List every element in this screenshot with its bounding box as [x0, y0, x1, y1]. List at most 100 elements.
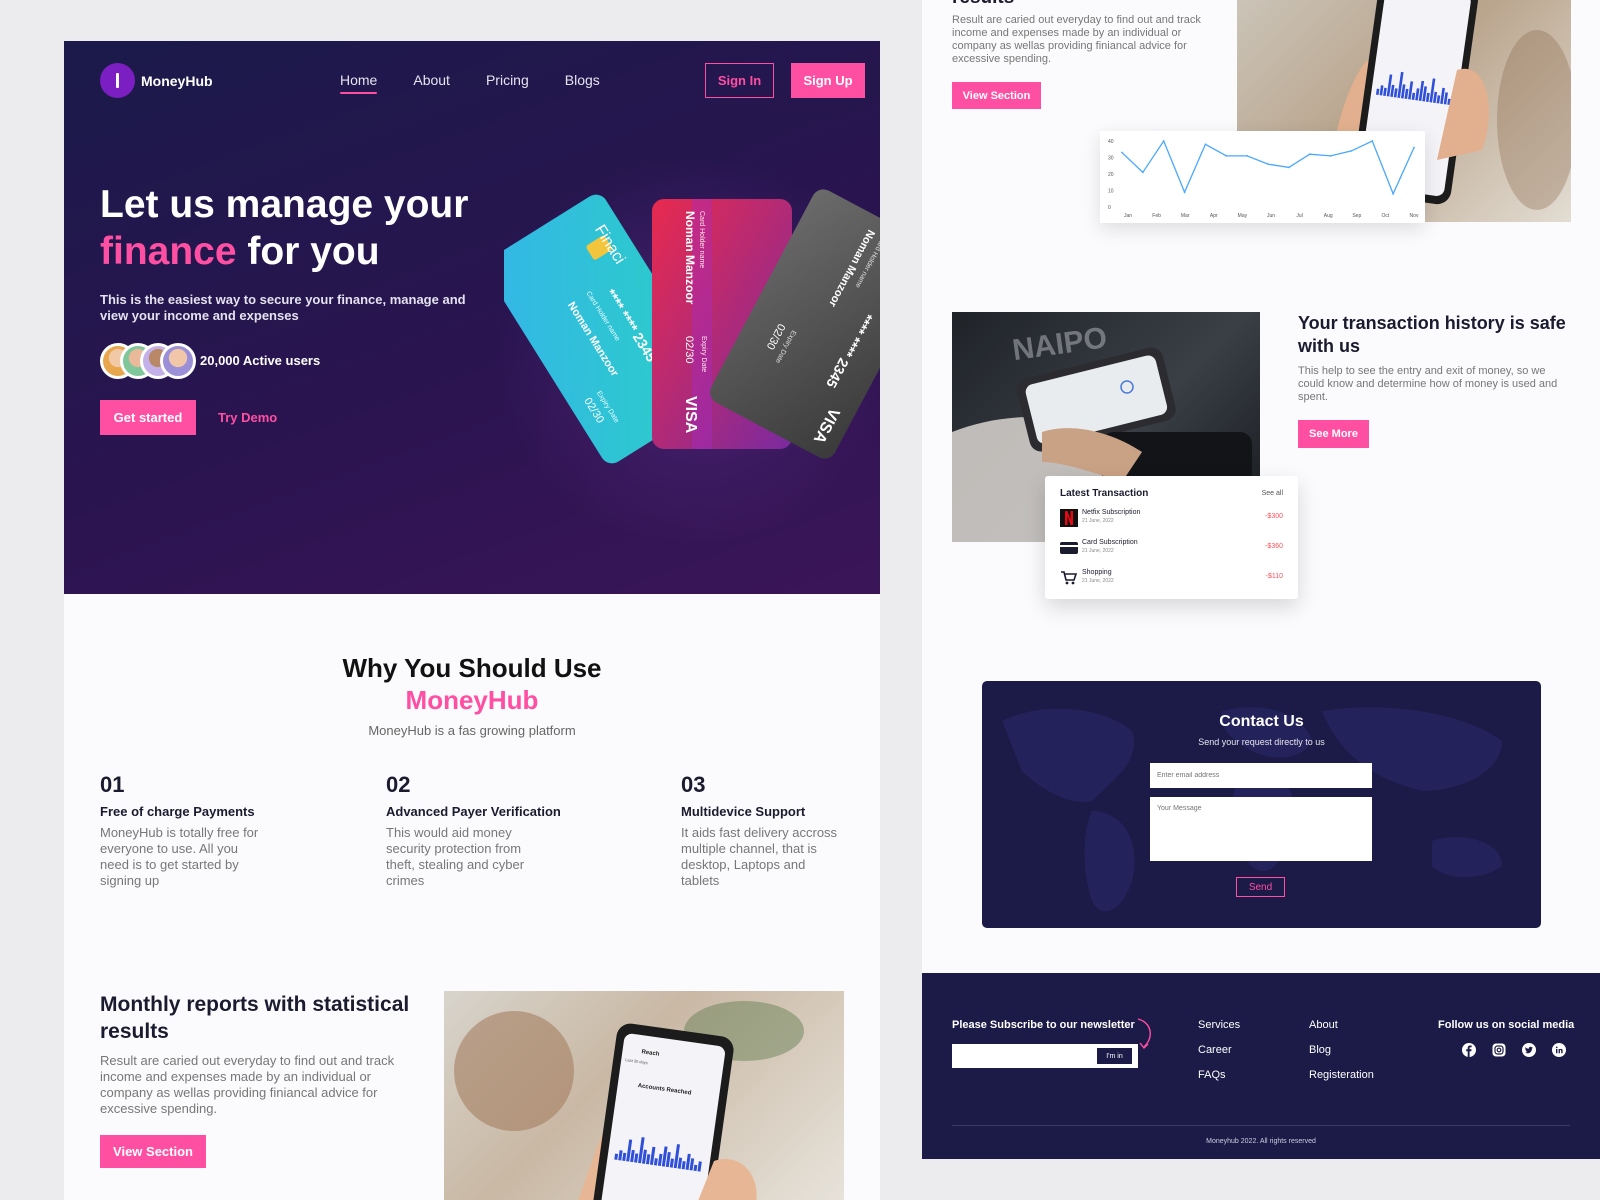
user-avatars	[100, 343, 196, 379]
nav-pricing[interactable]: Pricing	[486, 72, 529, 88]
facebook-icon[interactable]	[1462, 1043, 1476, 1057]
get-started-button[interactable]: Get started	[100, 400, 196, 435]
transaction-name: Card Subscription	[1082, 539, 1138, 546]
send-button[interactable]: Send	[1236, 877, 1285, 897]
line-point	[1225, 154, 1228, 157]
feature-title: Multidevice Support	[681, 804, 806, 819]
transaction-date: 21 June, 2022	[1082, 518, 1114, 524]
x-tick-label: Sep	[1352, 213, 1361, 219]
nav-about[interactable]: About	[413, 72, 450, 88]
subscribe-button[interactable]: I'm in	[1097, 1048, 1132, 1064]
avatar	[160, 343, 196, 379]
landing-page-desktop: MoneyHub Home About Pricing Blogs Sign I…	[64, 41, 880, 1200]
line-point	[1267, 163, 1269, 165]
card-expiry: 02/30	[683, 336, 695, 364]
footer-link-registeration[interactable]: Registeration	[1309, 1069, 1374, 1081]
feature-multidevice: 03 Multidevice Support It aids fast deli…	[681, 772, 880, 889]
hero-section: MoneyHub Home About Pricing Blogs Sign I…	[64, 41, 880, 594]
try-demo-link[interactable]: Try Demo	[218, 410, 277, 425]
nav-links: Home About Pricing Blogs	[340, 72, 600, 94]
logo-icon	[100, 63, 135, 98]
sign-in-button[interactable]: Sign In	[705, 63, 774, 98]
transaction-amount: -$360	[1265, 543, 1283, 550]
reports-desc-right: Result are caried out everyday to find o…	[952, 14, 1201, 65]
transaction-row[interactable]: Netfix Subscription 21 June, 2022 -$300	[1060, 508, 1283, 530]
card-holder: Noman Manzoor	[683, 211, 697, 305]
x-tick-label: Oct	[1382, 213, 1390, 219]
safe-title: Your transaction history is safe with us	[1298, 313, 1566, 356]
feature-free-payments: 01 Free of charge Payments MoneyHub is t…	[100, 772, 330, 889]
email-field[interactable]	[1150, 763, 1372, 788]
logo[interactable]: MoneyHub	[100, 63, 213, 98]
footer-links-col1: Services Career FAQs	[1198, 1019, 1240, 1094]
curved-arrow-icon	[1137, 1018, 1151, 1050]
transaction-row[interactable]: Card Subscription 21 June, 2022 -$360	[1060, 538, 1283, 560]
x-tick-label: Apr	[1210, 213, 1218, 219]
y-tick-label: 10	[1108, 189, 1114, 195]
feature-number: 01	[100, 772, 125, 797]
footer-link-career[interactable]: Career	[1198, 1044, 1240, 1056]
transaction-row[interactable]: Shopping 21 June, 2022 -$110	[1060, 568, 1283, 590]
line-point	[1141, 171, 1144, 174]
why-title: Why You Should Use	[342, 653, 602, 683]
see-more-button[interactable]: See More	[1298, 420, 1369, 448]
transaction-name: Netfix Subscription	[1082, 509, 1141, 516]
card-icon	[1060, 539, 1078, 557]
newsletter-input[interactable]: I'm in	[952, 1044, 1138, 1068]
photo-caption: NAIPO	[1010, 321, 1109, 367]
footer-divider	[952, 1125, 1570, 1126]
x-tick-label: May	[1238, 213, 1248, 219]
hero-title-highlight: finance	[100, 230, 237, 273]
x-tick-label: Jun	[1267, 213, 1275, 219]
line-point	[1183, 191, 1186, 194]
y-tick-label: 0	[1108, 205, 1111, 211]
feature-number: 02	[386, 772, 411, 797]
top-nav: MoneyHub Home About Pricing Blogs Sign I…	[100, 63, 865, 103]
line-point	[1162, 140, 1165, 142]
feature-number: 03	[681, 772, 706, 797]
nav-blogs[interactable]: Blogs	[565, 72, 600, 88]
linkedin-icon[interactable]	[1552, 1043, 1566, 1057]
view-section-button-right[interactable]: View Section	[952, 82, 1041, 109]
line-point	[1121, 151, 1123, 154]
nav-home[interactable]: Home	[340, 72, 378, 94]
see-all-link[interactable]: See all	[1262, 490, 1283, 497]
why-brand: MoneyHub	[405, 685, 539, 715]
x-tick-label: Jul	[1296, 213, 1302, 219]
transaction-amount: -$300	[1265, 513, 1283, 520]
footer: Please Subscribe to our newsletter I'm i…	[922, 973, 1600, 1159]
footer-link-services[interactable]: Services	[1198, 1019, 1240, 1031]
line-point	[1204, 143, 1207, 146]
feature-desc: MoneyHub is totally free for everyone to…	[100, 825, 259, 888]
transaction-date: 21 June, 2022	[1082, 548, 1114, 554]
phone-photo-art: Reach Last 30 days Accounts Reached	[454, 1001, 804, 1200]
transaction-date: 21 June, 2022	[1082, 578, 1114, 584]
logo-text: MoneyHub	[141, 72, 213, 89]
line-point	[1246, 154, 1249, 157]
safe-desc: This help to see the entry and exit of m…	[1298, 365, 1558, 403]
view-section-button[interactable]: View Section	[100, 1135, 206, 1168]
transaction-name: Shopping	[1082, 569, 1112, 576]
message-field[interactable]	[1150, 797, 1372, 861]
twitter-icon[interactable]	[1522, 1043, 1536, 1057]
active-users-count: 20,000 Active users	[200, 353, 321, 368]
feature-title: Free of charge Payments	[100, 804, 255, 819]
contact-section: Contact Us Send your request directly to…	[982, 681, 1541, 928]
sign-up-button[interactable]: Sign Up	[791, 63, 865, 98]
line-point	[1371, 140, 1374, 142]
latest-transaction-card: Latest Transaction See all Netfix Subscr…	[1045, 476, 1298, 599]
line-series	[1121, 139, 1415, 196]
feature-title: Advanced Payer Verification	[386, 804, 561, 819]
footer-link-faqs[interactable]: FAQs	[1198, 1069, 1240, 1081]
card-holder-label: Card Holder name	[698, 211, 705, 268]
x-tick-label: Mar	[1181, 213, 1190, 219]
instagram-icon[interactable]	[1492, 1043, 1506, 1057]
footer-link-blog[interactable]: Blog	[1309, 1044, 1374, 1056]
credit-cards-illustration: Finaci Noman Manzoor Card Holder name **…	[504, 189, 880, 464]
hero-title: Let us manage your finance for you	[100, 181, 520, 275]
reports-section: Monthly reports with statistical results…	[64, 991, 880, 1200]
contact-title: Contact Us	[1219, 713, 1304, 730]
feature-desc: This would aid money security protection…	[386, 825, 525, 888]
footer-link-about[interactable]: About	[1309, 1019, 1374, 1031]
netflix-icon	[1060, 509, 1078, 527]
